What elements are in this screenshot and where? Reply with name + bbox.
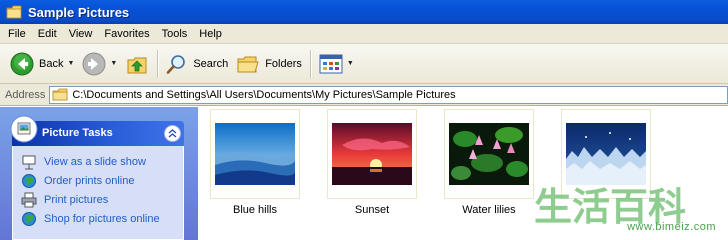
menu-edit[interactable]: Edit xyxy=(34,28,65,40)
back-arrow-icon xyxy=(10,52,34,75)
address-path: C:\Documents and Settings\All Users\Docu… xyxy=(72,88,456,101)
forward-dropdown-icon[interactable]: ▼ xyxy=(110,60,117,67)
folders-button[interactable]: Folders xyxy=(232,48,306,80)
file-name[interactable]: Blue hills xyxy=(200,204,310,216)
address-label: Address xyxy=(5,88,46,101)
task-shop-pictures[interactable]: Shop for pictures online xyxy=(21,211,160,227)
window-title: Sample Pictures xyxy=(28,4,130,20)
address-field[interactable]: C:\Documents and Settings\All Users\Docu… xyxy=(49,85,728,104)
task-label: Order prints online xyxy=(44,175,135,187)
picture-tasks-header[interactable]: Picture Tasks xyxy=(10,115,184,146)
back-button[interactable]: Back ▼ xyxy=(6,48,78,80)
globe-icon xyxy=(22,174,36,188)
collapse-button[interactable] xyxy=(164,125,181,142)
menu-tools[interactable]: Tools xyxy=(158,28,196,40)
menu-bar: File Edit View Favorites Tools Help xyxy=(0,24,728,44)
task-label: View as a slide show xyxy=(44,156,146,168)
search-label: Search xyxy=(193,57,229,70)
menu-favorites[interactable]: Favorites xyxy=(100,28,157,40)
up-folder-icon xyxy=(127,57,147,73)
water-lilies-image xyxy=(449,123,529,185)
forward-arrow-icon xyxy=(82,52,106,75)
menu-file[interactable]: File xyxy=(4,28,34,40)
chevron-up-icon xyxy=(168,129,177,138)
winter-image xyxy=(566,123,646,185)
up-folder-button[interactable] xyxy=(121,48,153,80)
folders-label: Folders xyxy=(265,57,302,70)
folder-icon xyxy=(6,5,22,19)
task-pane-body: View as a slide show Order prints online… xyxy=(12,146,184,240)
file-view: Blue hills Sunset Water lilies xyxy=(198,107,728,240)
search-icon xyxy=(167,54,186,74)
menu-view[interactable]: View xyxy=(65,28,101,40)
back-label: Back xyxy=(39,57,64,70)
folder-icon xyxy=(52,88,68,101)
file-name[interactable]: Water lilies xyxy=(434,204,544,216)
title-bar[interactable]: Sample Pictures xyxy=(0,0,728,24)
thumbnail-sunset[interactable] xyxy=(327,109,417,199)
thumbnail-water-lilies[interactable] xyxy=(444,109,534,199)
task-label: Print pictures xyxy=(44,194,109,206)
back-dropdown-icon[interactable]: ▼ xyxy=(67,60,74,67)
forward-button[interactable]: ▼ xyxy=(78,48,121,80)
task-slideshow[interactable]: View as a slide show xyxy=(21,154,146,170)
picture-tasks-icon xyxy=(10,115,38,143)
task-pane-title: Picture Tasks xyxy=(42,127,113,139)
views-icon xyxy=(319,54,343,73)
thumbnail-winter[interactable] xyxy=(561,109,651,199)
task-label: Shop for pictures online xyxy=(44,213,160,225)
sunset-image xyxy=(332,123,412,185)
address-bar: Address C:\Documents and Settings\All Us… xyxy=(0,84,728,106)
views-dropdown-icon[interactable]: ▼ xyxy=(347,60,354,67)
blue-hills-image xyxy=(215,123,295,185)
task-pane: Picture Tasks View as a slide show Order… xyxy=(0,107,198,240)
task-print-pictures[interactable]: Print pictures xyxy=(21,192,108,208)
search-button[interactable]: Search xyxy=(162,48,232,80)
folders-icon xyxy=(237,56,259,72)
views-button[interactable]: ▼ xyxy=(315,48,358,80)
globe-icon xyxy=(22,212,36,226)
task-order-prints[interactable]: Order prints online xyxy=(21,173,135,189)
toolbar-separator xyxy=(157,49,159,78)
slideshow-icon xyxy=(22,155,36,170)
menu-help[interactable]: Help xyxy=(195,28,230,40)
printer-icon xyxy=(21,192,37,208)
file-name[interactable]: Sunset xyxy=(317,204,427,216)
toolbar: Back ▼ ▼ Search Folders ▼ xyxy=(0,44,728,84)
thumbnail-blue-hills[interactable] xyxy=(210,109,300,199)
toolbar-separator xyxy=(309,49,311,78)
